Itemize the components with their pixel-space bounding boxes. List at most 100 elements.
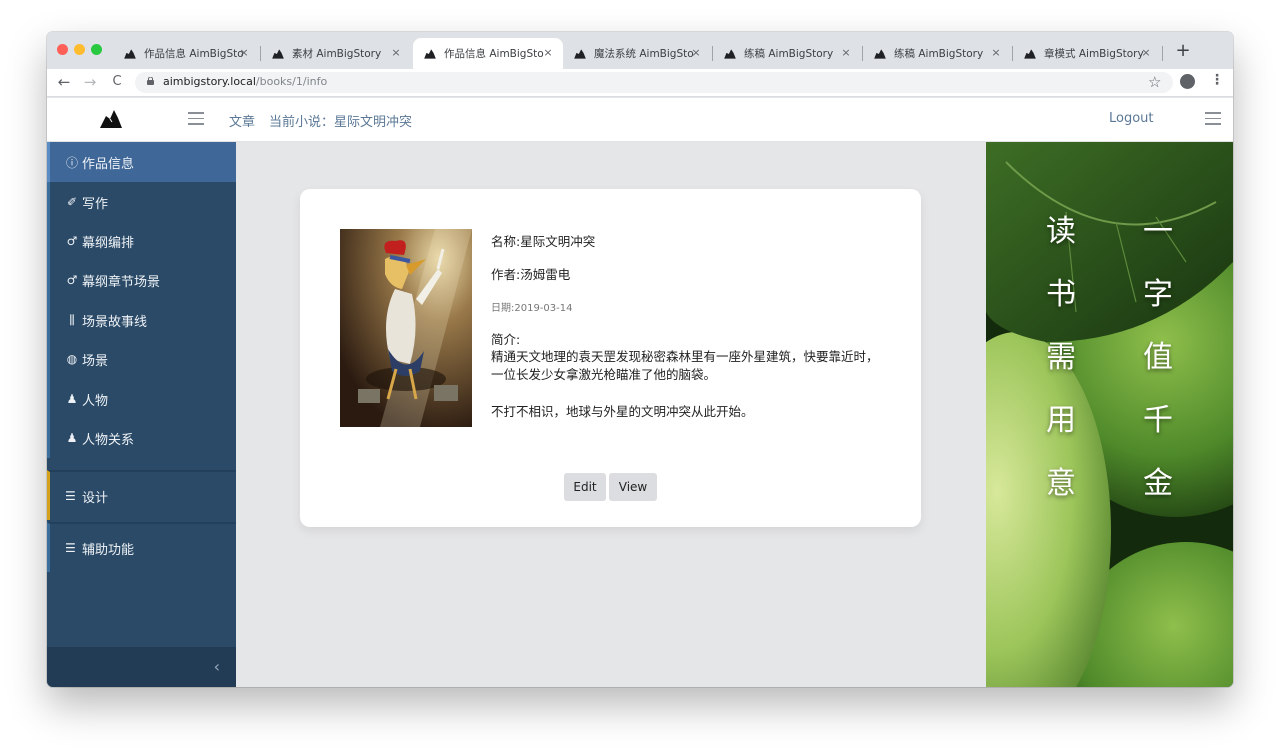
quill-favicon-icon: [124, 48, 136, 59]
book-cover-image: [340, 229, 472, 427]
collapse-chevron-icon[interactable]: ‹: [214, 657, 220, 676]
users-icon: ♟: [66, 431, 78, 445]
sidebar-item-characters[interactable]: ♟ 人物: [47, 379, 236, 419]
sidebar: ⓘ 作品信息 ✐ 写作 ♂ 幕纲编排 ♂ 幕纲章节场景 ⫼ 场景故事线 ◍ 场景…: [47, 142, 236, 687]
verse-char: 意: [1046, 466, 1076, 501]
sidebar-item-label: 写作: [82, 196, 109, 212]
tab-close-icon[interactable]: ×: [839, 46, 853, 59]
url-omnibox[interactable]: aimbigstory.local/books/1/info: [135, 72, 1173, 93]
hamburger-menu-icon[interactable]: [188, 112, 204, 125]
quill-logo-icon[interactable]: [99, 109, 123, 129]
book-info-card: 名称:星际文明冲突 作者:汤姆雷电 日期:2019-03-14 简介: 精通天文…: [300, 189, 921, 527]
browser-menu-icon[interactable]: ⋮: [1210, 72, 1224, 88]
verse-char: 金: [1143, 466, 1173, 501]
app-header: 文章 当前小说：星际文明冲突 Logout: [47, 98, 1233, 142]
edit-button[interactable]: Edit: [564, 473, 606, 501]
tab-close-icon[interactable]: ×: [237, 46, 251, 59]
sidebar-item-label: 幕纲编排: [82, 235, 135, 251]
tab-close-icon[interactable]: ×: [989, 46, 1003, 59]
browser-tab[interactable]: 练稿 AimBigStory ×: [713, 38, 861, 69]
verse-left-column: 读 书 需 用 意: [1036, 200, 1086, 515]
quill-favicon-icon: [272, 48, 284, 59]
intro-label: 简介:: [491, 332, 521, 347]
sidebar-item-book-info[interactable]: ⓘ 作品信息: [47, 142, 236, 182]
forward-arrow-icon[interactable]: →: [81, 73, 99, 91]
sidebar-item-label: 人物关系: [82, 432, 135, 448]
tab-title: 素材 AimBigStory: [292, 48, 382, 60]
profile-avatar-icon[interactable]: [1180, 74, 1195, 89]
sidebar-item-label: 幕纲章节场景: [82, 274, 161, 290]
browser-tab-active[interactable]: 作品信息 AimBigStory ×: [413, 38, 563, 69]
browser-tab[interactable]: 魔法系统 AimBigStory ×: [563, 38, 711, 69]
verse-char: 书: [1046, 277, 1076, 312]
sidebar-group-label: 辅助功能: [82, 542, 135, 558]
tab-title: 练稿 AimBigStory: [894, 48, 984, 60]
globe-icon: ◍: [66, 352, 78, 366]
sidebar-item-scenes[interactable]: ◍ 场景: [47, 339, 236, 379]
sidebar-collapse-bar: ‹: [47, 647, 236, 687]
address-bar: ← → C aimbigstory.local/books/1/info ☆ ⋮: [47, 69, 1233, 97]
book-name: 名称:星际文明冲突: [491, 234, 596, 249]
article-nav-link[interactable]: 文章: [229, 111, 255, 130]
tab-close-icon[interactable]: ×: [541, 46, 555, 59]
link-icon: ♂: [66, 234, 78, 248]
lock-icon: [147, 77, 154, 85]
tab-close-icon[interactable]: ×: [689, 46, 703, 59]
sidebar-item-storylines[interactable]: ⫼ 场景故事线: [47, 300, 236, 340]
sidebar-item-label: 场景故事线: [82, 314, 148, 330]
sidebar-group-label: 设计: [82, 490, 109, 506]
link-icon: ♂: [66, 273, 78, 287]
sidebar-item-outline-scenes[interactable]: ♂ 幕纲章节场景: [47, 260, 236, 300]
sidebar-item-relations[interactable]: ♟ 人物关系: [47, 418, 236, 458]
sidebar-item-label: 作品信息: [82, 156, 135, 172]
tab-title: 作品信息 AimBigStory: [444, 48, 544, 60]
sidebar-group-tools[interactable]: ☰ 辅助功能: [47, 522, 236, 572]
new-tab-button[interactable]: +: [1173, 40, 1193, 61]
browser-tab[interactable]: 作品信息 AimBigStory ×: [113, 38, 259, 69]
pencil-icon: ✐: [66, 195, 78, 209]
tab-title: 章模式 AimBigStory: [1044, 48, 1144, 60]
tab-close-icon[interactable]: ×: [389, 46, 403, 59]
maximize-window-button[interactable]: [91, 44, 102, 55]
verse-char: 一: [1143, 214, 1173, 249]
info-icon: ⓘ: [65, 155, 78, 170]
verse-char: 需: [1046, 340, 1076, 375]
verse-char: 值: [1143, 340, 1173, 375]
tab-title: 练稿 AimBigStory: [744, 48, 834, 60]
close-window-button[interactable]: [57, 44, 68, 55]
reload-icon[interactable]: C: [108, 73, 126, 91]
book-date: 日期:2019-03-14: [491, 303, 573, 314]
book-intro: 精通天文地理的袁天罡发现秘密森林里有一座外星建筑，快要靠近时，一位长发少女拿激光…: [491, 349, 879, 382]
tab-separator: [1162, 46, 1163, 61]
book-intro-second: 不打不相识，地球与外星的文明冲突从此开始。: [491, 404, 754, 419]
quill-favicon-icon: [874, 48, 886, 59]
sidebar-item-label: 人物: [82, 393, 109, 409]
sidebar-item-writing[interactable]: ✐ 写作: [47, 182, 236, 222]
main-content: 名称:星际文明冲突 作者:汤姆雷电 日期:2019-03-14 简介: 精通天文…: [236, 142, 986, 687]
tab-title: 作品信息 AimBigStory: [144, 48, 244, 60]
back-arrow-icon[interactable]: ←: [55, 73, 73, 91]
verse-char: 读: [1046, 214, 1076, 249]
browser-tab[interactable]: 练稿 AimBigStory ×: [863, 38, 1011, 69]
verse-right-column: 一 字 值 千 金: [1133, 200, 1183, 515]
minimize-window-button[interactable]: [74, 44, 85, 55]
verse-char: 用: [1046, 403, 1076, 438]
browser-tab[interactable]: 章模式 AimBigStory ×: [1013, 38, 1161, 69]
verse-char: 字: [1143, 277, 1173, 312]
url-host: aimbigstory.local: [163, 75, 256, 88]
quill-favicon-icon: [724, 48, 736, 59]
quill-favicon-icon: [1024, 48, 1036, 59]
sidebar-group-design[interactable]: ☰ 设计: [47, 470, 236, 520]
browser-tab[interactable]: 素材 AimBigStory ×: [261, 38, 411, 69]
logout-link[interactable]: Logout: [1109, 111, 1154, 126]
tab-close-icon[interactable]: ×: [1139, 46, 1153, 59]
url-path: /books/1/info: [255, 75, 328, 88]
sidebar-item-outline[interactable]: ♂ 幕纲编排: [47, 221, 236, 261]
bookmark-star-icon[interactable]: ☆: [1148, 73, 1161, 91]
lime-banner: 读 书 需 用 意 一 字 值 千 金: [986, 142, 1233, 687]
view-button[interactable]: View: [609, 473, 657, 501]
right-menu-icon[interactable]: [1205, 112, 1221, 125]
url-text: aimbigstory.local/books/1/info: [163, 75, 327, 88]
tab-strip: 作品信息 AimBigStory × 素材 AimBigStory × 作品信息…: [47, 32, 1233, 69]
user-icon: ♟: [66, 392, 78, 406]
